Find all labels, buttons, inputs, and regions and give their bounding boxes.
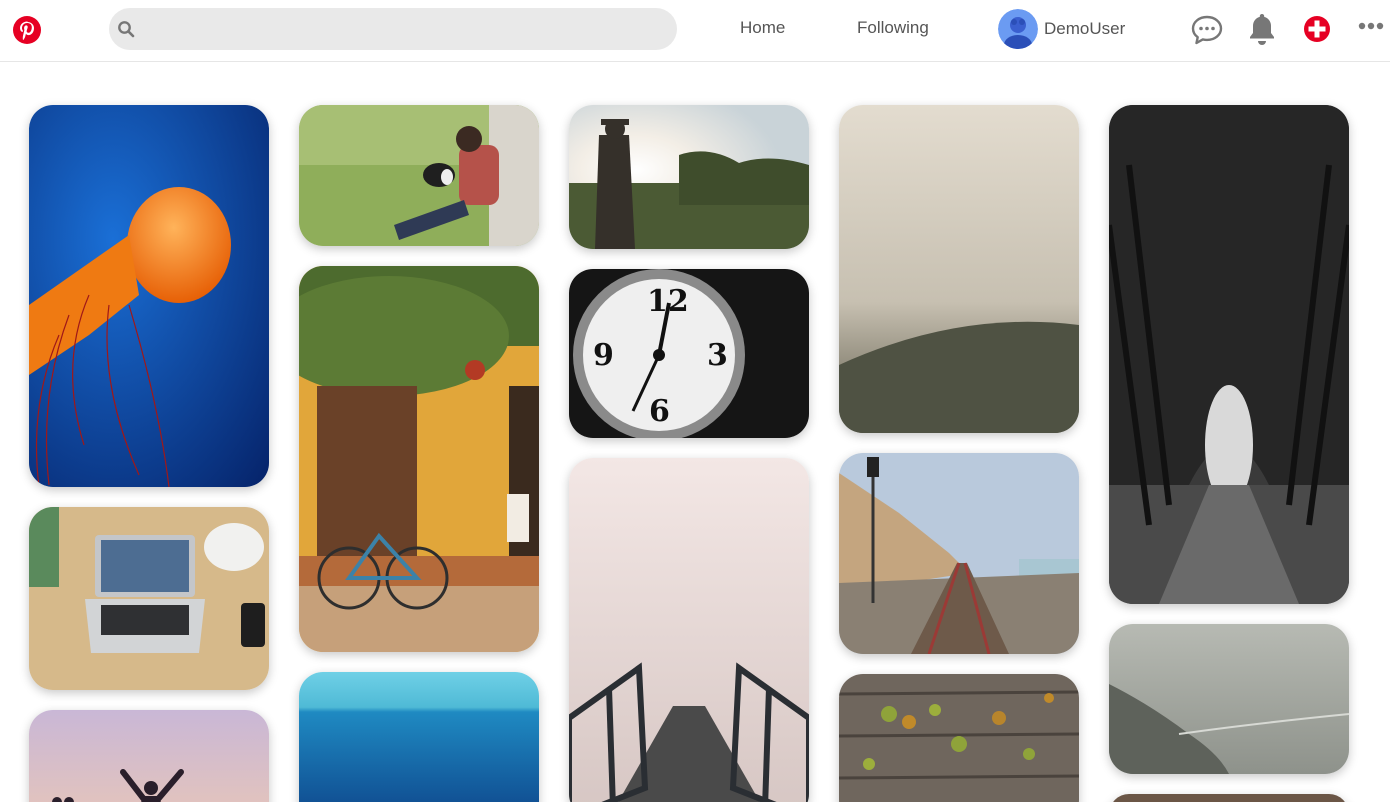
pin-foggy-coast[interactable] <box>1109 624 1349 774</box>
user-avatar <box>998 9 1038 49</box>
top-navigation-bar: Home Following DemoUser <box>0 0 1390 62</box>
pin-laptop-desk[interactable] <box>29 507 269 690</box>
misty-hill-image <box>839 105 1079 433</box>
clock-image: 12 9 3 6 <box>569 269 809 438</box>
foggy-coast-image <box>1109 624 1349 774</box>
nav-home-link[interactable]: Home <box>740 18 785 38</box>
tree-tunnel-image <box>1109 105 1349 604</box>
pin-railway-coast[interactable] <box>839 453 1079 654</box>
notifications-bell-icon[interactable] <box>1246 12 1278 46</box>
pin-misty-hill[interactable] <box>839 105 1079 433</box>
laptop-desk-image <box>29 507 269 690</box>
svg-text:6: 6 <box>649 394 670 429</box>
nav-following-link[interactable]: Following <box>857 18 929 38</box>
pin-jellyfish[interactable] <box>29 105 269 487</box>
bottom-partial-image <box>1109 794 1349 802</box>
svg-text:9: 9 <box>593 338 614 373</box>
pin-sunlit-man[interactable] <box>569 105 809 249</box>
pin-man-dog-grass[interactable] <box>299 105 539 246</box>
search-input[interactable] <box>145 8 665 50</box>
pin-tree-tunnel[interactable] <box>1109 105 1349 604</box>
svg-text:3: 3 <box>707 338 728 373</box>
blue-ocean-image <box>299 672 539 802</box>
jellyfish-image <box>29 105 269 487</box>
foggy-pier-image <box>569 458 809 802</box>
pin-bottom-partial[interactable] <box>1109 794 1349 802</box>
search-bar[interactable] <box>109 8 677 50</box>
pin-silhouette-jump[interactable] <box>29 710 269 802</box>
railway-coast-image <box>839 453 1079 654</box>
username-label: DemoUser <box>1044 19 1126 38</box>
pin-blue-ocean[interactable] <box>299 672 539 802</box>
more-options-icon[interactable] <box>1358 21 1384 31</box>
pin-wood-leaves[interactable] <box>839 674 1079 802</box>
pin-clock[interactable]: 12 9 3 6 <box>569 269 809 438</box>
user-profile-link[interactable]: DemoUser <box>998 9 1125 49</box>
sunlit-man-image <box>569 105 809 249</box>
messages-icon[interactable] <box>1190 14 1224 46</box>
pinterest-logo-icon[interactable] <box>12 15 42 45</box>
add-pin-icon[interactable] <box>1303 15 1331 43</box>
man-dog-grass-image <box>299 105 539 246</box>
pin-foggy-pier[interactable] <box>569 458 809 802</box>
yellow-house-bike-image <box>299 266 539 652</box>
search-icon <box>118 21 135 38</box>
pin-yellow-house-bike[interactable] <box>299 266 539 652</box>
silhouette-jump-image <box>29 710 269 802</box>
wood-leaves-image <box>839 674 1079 802</box>
